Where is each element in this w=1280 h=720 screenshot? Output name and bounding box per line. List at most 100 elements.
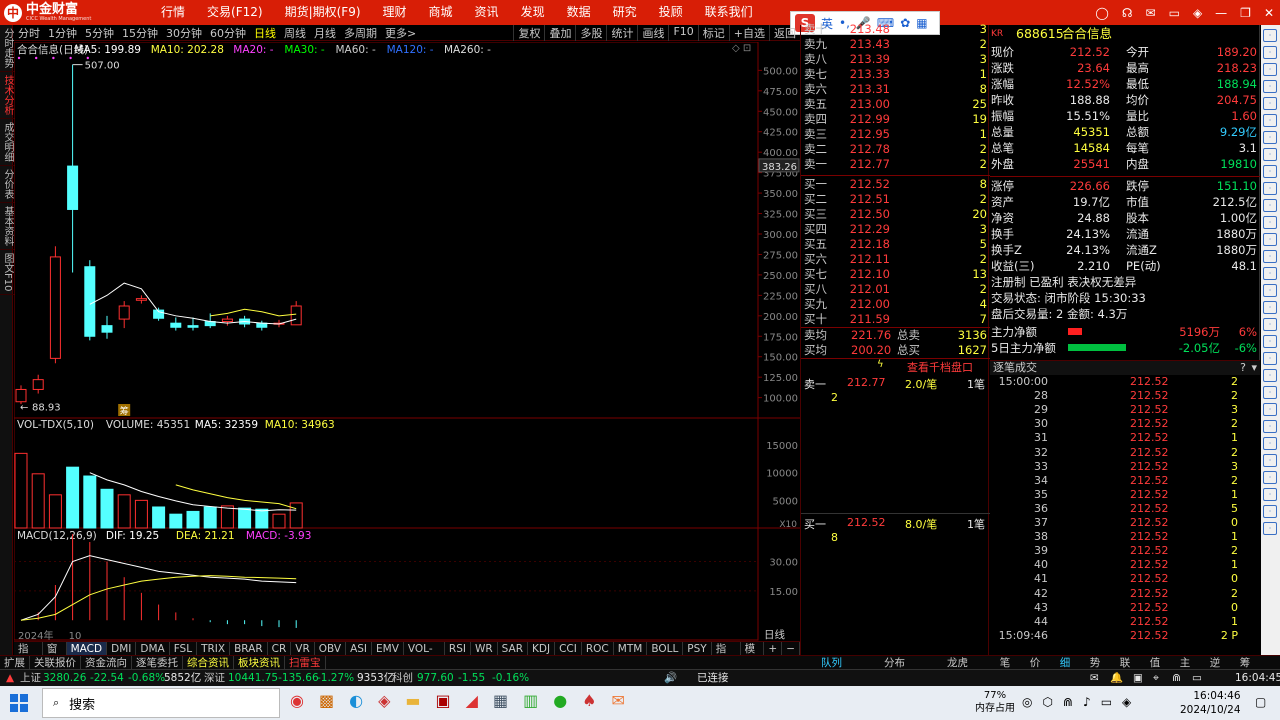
period-tab[interactable]: 多周期 bbox=[340, 25, 381, 41]
period-tab[interactable]: 30分钟 bbox=[162, 25, 206, 41]
menu-item[interactable]: 发现 bbox=[510, 0, 556, 25]
tray-icon-1[interactable]: ◎ bbox=[1022, 695, 1032, 709]
order-book-row[interactable]: 买七 212.10 13 bbox=[801, 267, 990, 282]
left-tab[interactable]: 图文F10 bbox=[0, 250, 15, 296]
menu-item[interactable]: 联系我们 bbox=[694, 0, 764, 25]
side-tool-icon[interactable]: · bbox=[1263, 131, 1277, 144]
monitor-icon[interactable]: ▭ bbox=[1169, 6, 1180, 20]
right-bottom-tab[interactable]: 筹 bbox=[1230, 656, 1260, 669]
kline-chart[interactable]: 500.00 475.00 450.00 425.00 400.00 375.00 350.… bbox=[13, 41, 800, 642]
order-book-row[interactable]: 买二 212.51 2 bbox=[801, 192, 990, 207]
order-book-row[interactable]: 买三 212.50 20 bbox=[801, 207, 990, 222]
indicator-tab[interactable]: MTM bbox=[614, 642, 648, 655]
order-book-row[interactable]: 卖六 213.31 8 bbox=[801, 82, 990, 97]
side-tool-icon[interactable]: · bbox=[1263, 114, 1277, 127]
period-tab[interactable]: 月线 bbox=[310, 25, 340, 41]
right-bottom-tab[interactable]: 价 bbox=[1020, 656, 1050, 669]
side-tool-icon[interactable]: · bbox=[1263, 97, 1277, 110]
order-book-row[interactable]: 卖四 212.99 19 bbox=[801, 112, 990, 127]
maximize-button[interactable]: ❐ bbox=[1240, 6, 1251, 20]
indicator-tab[interactable]: 窗口 bbox=[43, 642, 67, 669]
queue-item[interactable]: 2 bbox=[831, 391, 838, 404]
side-tool-icon[interactable]: · bbox=[1263, 63, 1277, 76]
order-book-row[interactable]: 卖十 213.48 3 bbox=[801, 22, 990, 37]
bottom-tab[interactable]: 综合资讯 bbox=[183, 656, 234, 669]
bottom-tab[interactable]: 资金流向 bbox=[81, 656, 132, 669]
order-book-row[interactable]: 买十 211.59 7 bbox=[801, 312, 990, 327]
right-bottom-tab[interactable]: 逆 bbox=[1200, 656, 1230, 669]
indicator-tab[interactable]: ROC bbox=[582, 642, 614, 655]
order-book-row[interactable]: 卖五 213.00 25 bbox=[801, 97, 990, 112]
wechat-icon[interactable]: ● bbox=[553, 691, 567, 710]
period-tab[interactable]: 日线 bbox=[250, 25, 280, 41]
left-tab[interactable]: 成交明细 bbox=[0, 119, 15, 166]
period-tab[interactable]: 15分钟 bbox=[118, 25, 162, 41]
order-book-row[interactable]: 买六 212.11 2 bbox=[801, 252, 990, 267]
indicator-tab[interactable]: DMA bbox=[136, 642, 170, 655]
side-tool-icon[interactable]: · bbox=[1263, 284, 1277, 297]
bell-icon[interactable]: 🔔 bbox=[1110, 670, 1123, 686]
indicator-tab[interactable]: 指标B bbox=[712, 642, 741, 669]
side-tool-icon[interactable]: · bbox=[1263, 148, 1277, 161]
indicator-tab[interactable]: RSI bbox=[445, 642, 471, 655]
menu-item[interactable]: 行情 bbox=[150, 0, 196, 25]
game-icon[interactable]: ♠ bbox=[582, 691, 596, 710]
left-tab[interactable]: 技术分析 bbox=[0, 72, 15, 119]
side-tool-icon[interactable]: · bbox=[1263, 46, 1277, 59]
chat-icon[interactable]: ▣ bbox=[1133, 670, 1143, 686]
order-book-row[interactable]: 买一 212.52 8 bbox=[801, 177, 990, 192]
side-tool-icon[interactable]: · bbox=[1263, 165, 1277, 178]
help-icon[interactable]: ? bbox=[1240, 361, 1246, 375]
location-icon[interactable]: ⌖ bbox=[1153, 670, 1159, 686]
chart-tool-button[interactable]: 复权 bbox=[513, 24, 544, 41]
tick-list[interactable]: 逐笔成交 ? ▾ 15:00:00 212.52 2 28 212.52 2 29 212.5… bbox=[990, 360, 1260, 655]
chart-tool-button[interactable]: 统计 bbox=[606, 24, 637, 41]
indicator-tab[interactable]: 指标A bbox=[14, 642, 43, 669]
bottom-tab[interactable]: 扩展 bbox=[0, 656, 30, 669]
chart-tool-button[interactable]: F10 bbox=[668, 24, 697, 41]
cube-icon[interactable]: ◈ bbox=[1193, 6, 1202, 20]
side-tool-icon[interactable]: · bbox=[1263, 454, 1277, 467]
menu-item[interactable]: 商城 bbox=[418, 0, 464, 25]
bottom-tab[interactable]: 关联报价 bbox=[30, 656, 81, 669]
edge-icon[interactable]: ◐ bbox=[349, 691, 363, 710]
tray-icon-3[interactable]: ◈ bbox=[1122, 695, 1131, 709]
volume-icon[interactable]: ♪ bbox=[1083, 695, 1091, 709]
wifi-icon[interactable]: ⋒ bbox=[1172, 670, 1181, 686]
side-tool-icon[interactable]: · bbox=[1263, 80, 1277, 93]
left-tab[interactable]: 分价表 bbox=[0, 166, 15, 203]
right-bottom-tab[interactable]: 联 bbox=[1110, 656, 1140, 669]
bottom-tab[interactable]: 扫雷宝 bbox=[285, 656, 326, 669]
ob-bottom-tab[interactable]: 分布 bbox=[863, 656, 926, 669]
chart-tool-button[interactable]: 多股 bbox=[575, 24, 606, 41]
bottom-tab[interactable]: 板块资讯 bbox=[234, 656, 285, 669]
period-tab[interactable]: 分时 bbox=[14, 25, 44, 41]
expand-icon[interactable]: ▾ bbox=[1251, 361, 1257, 375]
minimize-button[interactable]: — bbox=[1215, 6, 1227, 20]
indicator-tab[interactable]: PSY bbox=[683, 642, 712, 655]
menu-item[interactable]: 理财 bbox=[372, 0, 418, 25]
queue-item[interactable]: 8 bbox=[831, 531, 838, 544]
menu-item[interactable]: 投顾 bbox=[648, 0, 694, 25]
chart-tool-button[interactable]: 叠加 bbox=[544, 24, 575, 41]
side-tool-icon[interactable]: · bbox=[1263, 267, 1277, 280]
indicator-tab[interactable]: VR bbox=[291, 642, 315, 655]
chart-app-icon[interactable]: ◢ bbox=[466, 691, 478, 710]
bottom-tab[interactable]: 逐笔委托 bbox=[132, 656, 183, 669]
tools-icon[interactable]: ▩ bbox=[319, 691, 334, 710]
order-book-row[interactable]: 买五 212.18 5 bbox=[801, 237, 990, 252]
battery-icon[interactable]: ▭ bbox=[1101, 695, 1112, 709]
period-tab[interactable]: 周线 bbox=[280, 25, 310, 41]
indicator-tab[interactable]: ASI bbox=[346, 642, 373, 655]
indicator-tab[interactable]: DMI bbox=[107, 642, 137, 655]
side-tool-icon[interactable]: · bbox=[1263, 505, 1277, 518]
order-book-row[interactable]: 卖三 212.95 1 bbox=[801, 127, 990, 142]
books-icon[interactable]: ▥ bbox=[523, 691, 538, 710]
side-tool-icon[interactable]: · bbox=[1263, 199, 1277, 212]
indicator-tab[interactable]: WR bbox=[471, 642, 498, 655]
side-tool-icon[interactable]: · bbox=[1263, 182, 1277, 195]
chrome-icon[interactable]: ◉ bbox=[290, 691, 304, 710]
remove-indicator-button[interactable]: − bbox=[782, 642, 800, 655]
side-tool-icon[interactable]: · bbox=[1263, 29, 1277, 42]
indicator-tab[interactable]: 模板 bbox=[741, 642, 765, 669]
